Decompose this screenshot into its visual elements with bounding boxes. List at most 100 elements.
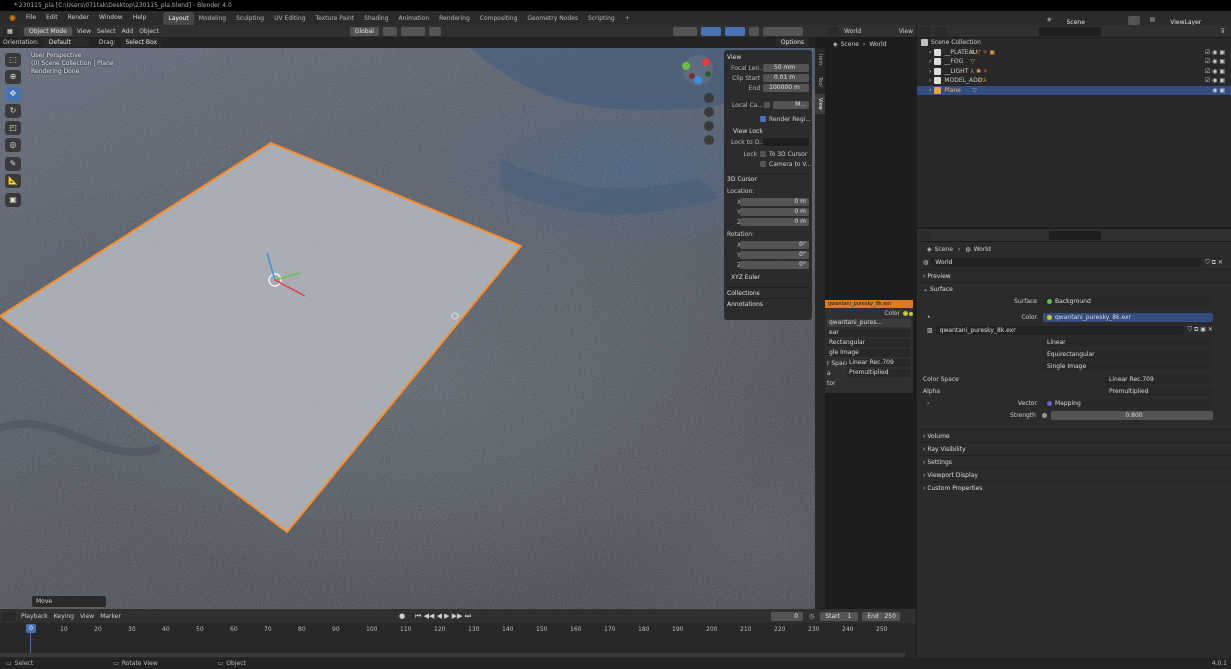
surface-section-header[interactable]: ⌄ Surface	[917, 282, 1231, 295]
snap-icon[interactable]	[400, 26, 425, 36]
world-selector[interactable]: World	[841, 28, 864, 35]
view-lock-header[interactable]: View Lock	[727, 126, 809, 137]
menu-edit[interactable]: Edit	[41, 11, 63, 25]
outliner-type-icon[interactable]	[919, 26, 931, 36]
cursor-rot-y-field[interactable]: 0°	[740, 251, 809, 259]
start-frame-field[interactable]: Start 1	[820, 611, 859, 621]
display-mode-icon[interactable]	[935, 26, 947, 36]
menu-render[interactable]: Render	[63, 11, 94, 25]
node-color-space-selector[interactable]: Linear Rec.709	[847, 359, 911, 367]
workspace-tab-modeling[interactable]: Modeling	[194, 12, 231, 26]
menu-window[interactable]: Window	[94, 11, 128, 25]
outliner-item-plane[interactable]: › Plane ▽ ◉ ▣	[917, 85, 1231, 96]
node-interpolation-selector[interactable]: ear	[827, 329, 911, 337]
viewport-menu-object[interactable]: Object	[136, 28, 162, 35]
collections-header[interactable]: Collections	[727, 287, 809, 298]
scene-selector[interactable]: Scene	[1061, 15, 1124, 26]
end-frame-field[interactable]: End 250	[862, 611, 901, 621]
xray-toggle-icon[interactable]	[748, 26, 759, 36]
expand-arrow-icon[interactable]: ›	[929, 67, 931, 77]
add-cube-tool-icon[interactable]: ▣	[5, 193, 21, 207]
local-camera-field[interactable]: M...	[773, 101, 809, 109]
camera-to-view-checkbox[interactable]	[760, 161, 766, 167]
timeline-type-icon[interactable]	[2, 611, 16, 621]
cursor-loc-z-field[interactable]: 0 m	[740, 218, 809, 226]
measure-tool-icon[interactable]: 📐	[5, 174, 21, 188]
clip-start-field[interactable]: 0.01 m	[763, 74, 809, 82]
outliner-item-model-add[interactable]: › MODEL_ADD ▽⅄ ☑ ◉ ▣	[917, 76, 1231, 86]
new-scene-icon[interactable]	[1127, 15, 1140, 25]
transform-orientation-selector[interactable]: Global	[349, 26, 379, 36]
color-input-field[interactable]: qwantani_puresky_8k.exr	[1043, 312, 1213, 322]
cursor-loc-y-field[interactable]: 0 m	[740, 208, 809, 216]
cursor-loc-x-field[interactable]: 0 m	[740, 198, 809, 206]
workspace-tab-uv-editing[interactable]: UV Editing	[269, 12, 310, 26]
timeline-menu-marker[interactable]: Marker	[97, 613, 124, 620]
mode-selector[interactable]: Object Mode	[24, 26, 72, 36]
outliner-scene-collection[interactable]: Scene Collection	[917, 38, 1231, 48]
strength-field[interactable]: 0.800	[1051, 410, 1213, 420]
outliner-item-plateau[interactable]: › __PLATEAU ⅄ ▽ ✧ ▣ ☑ ◉ ▣	[917, 48, 1231, 58]
playback-controls-icons[interactable]: ⏮ ◀◀ ◀ ▶ ▶▶ ⏭	[415, 612, 471, 621]
expand-arrow-icon[interactable]: ›	[929, 86, 931, 96]
3d-cursor-header[interactable]: 3D Cursor	[727, 173, 809, 184]
surface-shader-field[interactable]: Background	[1043, 296, 1213, 306]
cursor-rot-x-field[interactable]: 0°	[740, 241, 809, 249]
cursor-tool-icon[interactable]: ⊕	[5, 70, 21, 84]
view-section-header[interactable]: View	[727, 52, 809, 63]
workspace-tab-shading[interactable]: Shading	[359, 12, 393, 26]
workspace-tab-compositing[interactable]: Compositing	[475, 12, 523, 26]
workspace-tab-sculpting[interactable]: Sculpting	[231, 12, 269, 26]
orientation-selector[interactable]: Default	[43, 38, 90, 47]
workspace-tab-animation[interactable]: Animation	[394, 12, 435, 26]
rotation-mode-selector[interactable]: XYZ Euler	[727, 274, 809, 282]
annotate-tool-icon[interactable]: ✎	[5, 157, 21, 171]
workspace-tab-scripting[interactable]: Scripting	[583, 12, 620, 26]
image-name-field[interactable]: qwantani_puresky_8k.exr	[935, 325, 1184, 335]
tab-tool[interactable]: Tool	[815, 72, 825, 92]
current-frame-field[interactable]: 0	[771, 611, 804, 621]
editor-type-icon[interactable]: ▦	[2, 26, 20, 36]
render-region-checkbox[interactable]	[760, 116, 766, 122]
workspace-tab-geometry-nodes[interactable]: Geometry Nodes	[522, 12, 583, 26]
custom-properties-section-header[interactable]: › Custom Properties	[917, 481, 1231, 494]
visibility-eye-icon[interactable]: ☑ ◉ ▣	[1205, 57, 1225, 67]
color-space-selector[interactable]: Linear Rec.709	[1105, 374, 1213, 384]
expand-arrow-icon[interactable]: ›	[929, 76, 931, 86]
projection-selector[interactable]: Equirectangular	[1043, 349, 1213, 359]
drag-selector[interactable]: Select Box	[120, 38, 163, 47]
volume-section-header[interactable]: › Volume	[917, 429, 1231, 442]
alpha-selector[interactable]: Premultiplied	[1105, 386, 1213, 396]
node-projection-selector[interactable]: Rectangular	[827, 339, 911, 347]
outliner-item-light[interactable]: › __LIGHT ⅄ ✺ ✧ ☑ ◉ ▣	[917, 67, 1231, 77]
node-image-selector[interactable]: qwantani_pures...	[827, 319, 911, 327]
node-source-selector[interactable]: gle Image	[827, 349, 911, 357]
record-icon[interactable]: ●	[399, 612, 405, 620]
overlay-toggle-icon[interactable]	[724, 26, 745, 36]
viewport-menu-select[interactable]: Select	[94, 28, 119, 35]
select-box-tool-icon[interactable]: ⬚	[5, 53, 21, 67]
source-selector[interactable]: Single Image	[1043, 361, 1213, 371]
expand-arrow-icon[interactable]: ›	[929, 48, 931, 58]
world-name-field[interactable]: World	[931, 258, 1202, 267]
expand-dot-icon[interactable]: ›	[927, 400, 929, 407]
visibility-eye-icon[interactable]: ☑ ◉ ▣	[1205, 48, 1225, 58]
timeline[interactable]: Playback Keying View Marker ● ⏮ ◀◀ ◀ ▶ ▶…	[0, 609, 916, 658]
vector-input-field[interactable]: Mapping	[1043, 398, 1213, 408]
local-camera-checkbox[interactable]	[764, 102, 770, 108]
interpolation-selector[interactable]: Linear	[1043, 337, 1213, 347]
3d-viewport[interactable]: ⬚ ⊕ ✥ ↻ ◰ ◎ ✎ 📐 ▣ User Perspective (0) S…	[0, 48, 815, 609]
proportional-edit-icon[interactable]	[428, 26, 441, 36]
scale-tool-icon[interactable]: ◰	[5, 121, 21, 135]
playhead[interactable]: 0	[26, 624, 36, 633]
menu-help[interactable]: Help	[128, 11, 152, 25]
shader-menu-view[interactable]: View	[896, 28, 916, 35]
visibility-eye-icon[interactable]: ◉ ▣	[1212, 86, 1225, 96]
viewport-menu-add[interactable]: Add	[119, 28, 137, 35]
navigation-gizmo[interactable]	[678, 52, 718, 152]
gizmo-toggle-icon[interactable]	[700, 26, 721, 36]
lock-to-cursor-checkbox[interactable]	[760, 151, 766, 157]
properties-search-input[interactable]	[1049, 230, 1101, 240]
ray-visibility-section-header[interactable]: › Ray Visibility	[917, 442, 1231, 455]
workspace-tab-rendering[interactable]: Rendering	[434, 12, 475, 26]
